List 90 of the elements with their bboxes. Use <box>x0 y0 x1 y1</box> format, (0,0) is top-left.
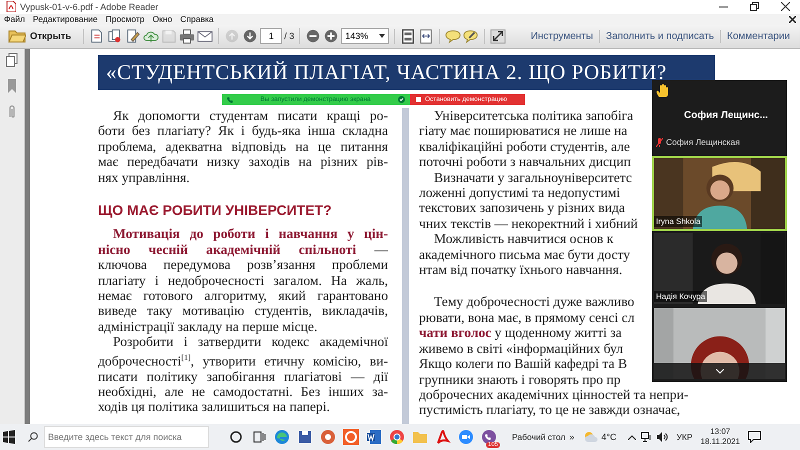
word-icon[interactable] <box>366 429 382 446</box>
speaker-icon[interactable] <box>657 432 668 442</box>
panel-tab[interactable]: Заполнить и подписать <box>599 30 720 43</box>
speaker-name: София Лещинская <box>666 137 740 148</box>
documents-icon[interactable] <box>107 28 124 44</box>
zoom-out-icon[interactable] <box>305 28 322 44</box>
menu-item[interactable]: Файл <box>4 14 25 24</box>
page-field[interactable]: 1 <box>260 28 282 44</box>
video-camera-icon[interactable] <box>458 429 474 446</box>
text-line: нтам від початку їхнього навчання. <box>419 262 622 278</box>
fit-width-icon[interactable] <box>418 28 434 44</box>
menu-item[interactable]: Окно <box>152 14 172 24</box>
paragraph: Розробити і затвердити кодекс академічної доброчесності$^{[1]}$, утворити етичну комісію, ви- писати політику запобігання плагіатові — дії необхідні, але не самодостатні. Без інших за- ходів ця політика залишиться на папері. <box>98 334 388 415</box>
menu-item[interactable]: Редактирование <box>32 14 98 24</box>
chevron-down-icon[interactable] <box>716 368 724 374</box>
text-line: чних текстів — некоректний і хибний <box>419 216 638 232</box>
text-line: текстових запозичень у різних вида <box>419 200 625 216</box>
text-line: групники знають і говорять про пр <box>419 372 621 387</box>
window-title: Vypusk-01-v-6.pdf - Adobe Reader <box>20 2 160 12</box>
stop-icon <box>416 97 421 102</box>
text-line: живемо в світі «інформаційних бул <box>419 340 624 356</box>
paragraph: Мотивація до роботи і навчання у цін- нісно чесній академічній спільноті — ключова передумова розв’язання проблеми плагіату і недоброчесності загалом. На жаль, немає готового алгоритму, який гарантовано виведе таку мотивацію студентів, викладачів, адміністрації закладу на перше місце. <box>98 226 388 334</box>
pencil-bubble-icon[interactable] <box>463 28 480 44</box>
text-line: академічного письма має бути досту <box>419 246 630 262</box>
search-icon[interactable] <box>28 432 38 442</box>
pdf-icon[interactable] <box>434 429 450 446</box>
restore-icon[interactable] <box>750 2 759 12</box>
text-line: Можливість навчитися основ к <box>433 231 614 247</box>
clock-date[interactable]: 18.11.2021 <box>700 437 740 448</box>
cortana-icon[interactable] <box>228 429 244 446</box>
participant-name: Надія Кочура <box>654 291 708 302</box>
text-line: ложенні допустимі та недопустимі <box>419 185 620 200</box>
notification-icon[interactable] <box>748 431 761 444</box>
chrome-icon[interactable] <box>388 429 404 446</box>
page-count: / 3 <box>284 31 294 42</box>
text-line: Визначати у загальноуніверситетс <box>433 170 632 186</box>
chevron-up-icon[interactable] <box>628 434 636 440</box>
text-line: Тему доброчесності дуже важливо <box>433 294 634 310</box>
text-line: гіату має поширюватися не лише на <box>419 123 628 139</box>
pencil-document-icon[interactable] <box>125 28 142 44</box>
menu-item[interactable]: Просмотр <box>106 14 144 24</box>
task-view-icon[interactable] <box>250 429 266 446</box>
fit-page-icon[interactable] <box>400 28 416 44</box>
folder-icon <box>8 29 26 44</box>
edge-icon[interactable] <box>274 429 290 446</box>
cloud-upload-icon[interactable] <box>143 28 160 44</box>
text-line: чати вголос у щоденному житті за <box>419 325 622 341</box>
text-line: рювати, вона має, в прямому сенсі сл <box>419 310 635 326</box>
zoom-in-icon[interactable] <box>323 28 340 44</box>
phone-bubble-icon[interactable] <box>480 429 496 446</box>
panel-tab[interactable]: Инструменты <box>524 30 600 43</box>
toolbar-label[interactable]: Рабочий стол <box>512 432 566 442</box>
zoom-field[interactable]: 143% <box>341 28 390 44</box>
text-line: Якщо колеги по Вашій кафедрі та В <box>419 356 628 372</box>
open-button[interactable]: Открыть <box>4 27 76 46</box>
section-heading: ЩО МАЄ РОБИТИ УНІВЕРСИТЕТ? <box>98 203 333 218</box>
caret-icon[interactable] <box>379 34 386 38</box>
close-icon[interactable] <box>781 2 790 12</box>
clock-time[interactable]: 13:07 <box>710 427 730 438</box>
language-indicator[interactable]: УКР <box>676 432 693 442</box>
paperclip-icon[interactable] <box>7 105 17 120</box>
temperature: 4°C <box>601 432 616 442</box>
document-title: «СТУДЕНТСЬКИЙ ПЛАГІАТ, ЧАСТИНА 2. ЩО РОБИТИ? <box>98 55 715 90</box>
panel-tab[interactable]: Комментарии <box>720 30 796 43</box>
pages-icon[interactable] <box>6 53 18 68</box>
windows-icon[interactable] <box>2 430 16 444</box>
shield-check-icon <box>398 96 405 103</box>
menu-item[interactable]: Справка <box>180 14 214 24</box>
raised-hand-icon[interactable] <box>656 84 668 98</box>
print-icon[interactable] <box>179 28 196 44</box>
search-field[interactable]: Введите здесь текст для поиска <box>44 426 209 448</box>
browser-icon[interactable] <box>342 429 358 446</box>
comment-icon[interactable] <box>445 28 462 44</box>
participant-name: Iryna Shkola <box>654 216 702 228</box>
text-line: пустимість плагіату, то це не завжди означає, <box>419 402 680 418</box>
envelope-icon[interactable] <box>197 28 214 44</box>
text-line: Університетська політика запобіга <box>433 108 634 124</box>
more-button[interactable]: » <box>569 432 574 442</box>
disc-icon[interactable] <box>320 429 336 446</box>
expand-icon[interactable] <box>490 28 506 44</box>
phone-icon <box>227 96 233 102</box>
network-icon[interactable] <box>641 432 652 442</box>
close-icon[interactable] <box>789 16 796 23</box>
muted-microphone-icon <box>656 138 663 147</box>
paragraph: Як допомогти студентам писати кращі ро- боти без плагіату? Як і будь-яка інша складна проблема, адекватна відповідь на це питання має передбачати низку заходів на різних рів- нях управління. <box>98 108 388 186</box>
participant-name: София Лещинс... <box>684 110 769 122</box>
text-line: кваліфікаційні роботи студентів, але <box>419 138 630 154</box>
text-line: доброчесних академічних цінностей та непри- <box>419 386 688 402</box>
text-line: поточні роботи з навчальних дисцип <box>419 154 631 170</box>
save-icon[interactable] <box>296 429 312 446</box>
